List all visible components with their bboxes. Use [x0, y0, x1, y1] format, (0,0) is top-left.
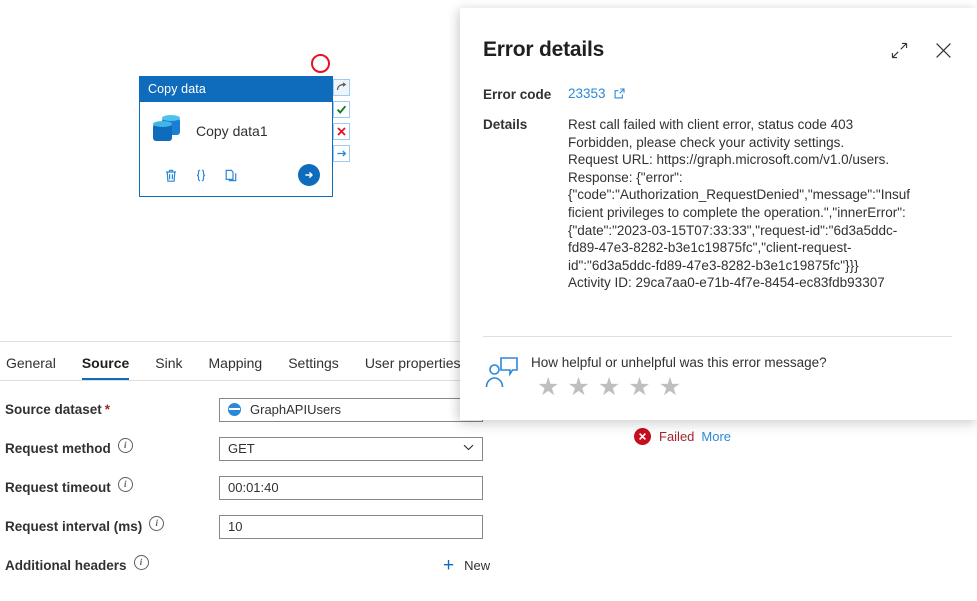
star-4-icon[interactable]: ★ [628, 375, 650, 400]
activity-run-status: Failed More [634, 428, 731, 445]
failure-dependency-handle[interactable] [333, 123, 350, 140]
error-code-key: Error code [483, 87, 552, 102]
completion-dependency-handle[interactable] [333, 145, 350, 162]
request-interval-input[interactable]: 10 [219, 514, 483, 539]
source-dataset-label-text: Source dataset [5, 402, 102, 417]
activity-card-header: Copy data [140, 77, 332, 102]
error-details-row: Details Rest call failed with client err… [483, 116, 977, 292]
request-interval-label-text: Request interval (ms) [5, 519, 143, 534]
form-row-request-method: Request method i GET [0, 429, 977, 468]
request-interval-label: Request interval (ms) i [0, 516, 219, 534]
tab-user-properties[interactable]: User properties [365, 355, 461, 380]
info-icon[interactable]: i [117, 438, 133, 453]
error-code-row: Error code 23353 [483, 86, 977, 102]
error-details-panel: Error details Error code 23353 Details R… [460, 8, 977, 420]
success-dependency-handle[interactable] [333, 101, 350, 118]
chevron-down-icon [463, 444, 474, 454]
skip-dependency-handle[interactable] [333, 79, 350, 96]
required-asterisk: * [104, 402, 111, 417]
debug-run-button[interactable] [298, 164, 320, 186]
error-panel-header: Error details [460, 8, 977, 64]
error-details-value: Rest call failed with client error, stat… [568, 117, 910, 291]
activity-error-marker-icon [311, 54, 330, 73]
error-panel-header-actions [885, 36, 977, 64]
star-5-icon[interactable]: ★ [659, 375, 681, 400]
expand-diagonal-icon[interactable] [885, 36, 913, 64]
add-new-header-label: New [464, 558, 491, 573]
request-interval-value: 10 [228, 519, 243, 534]
activity-card-actions [140, 160, 332, 196]
source-dataset-select[interactable]: GraphAPIUsers [219, 397, 483, 422]
error-details-key: Details [483, 117, 528, 132]
feedback-person-icon [483, 354, 521, 392]
form-row-request-interval: Request interval (ms) i 10 [0, 507, 977, 546]
copy-data-cylinders-icon [152, 115, 182, 145]
request-method-label: Request method i [0, 438, 219, 456]
tab-settings[interactable]: Settings [288, 355, 339, 380]
form-row-request-timeout: Request timeout i 00:01:40 [0, 468, 977, 507]
feedback-question: How helpful or unhelpful was this error … [531, 355, 827, 370]
request-timeout-label: Request timeout i [0, 477, 219, 495]
request-method-select[interactable]: GET [219, 436, 483, 461]
delete-activity-button[interactable] [156, 163, 186, 187]
activity-name-label: Copy data1 [196, 123, 268, 139]
open-in-new-window-icon[interactable] [614, 87, 625, 102]
request-timeout-label-text: Request timeout [5, 480, 111, 495]
error-feedback-section: How helpful or unhelpful was this error … [483, 352, 827, 400]
additional-headers-label-text: Additional headers [5, 558, 127, 573]
feedback-right: How helpful or unhelpful was this error … [531, 352, 827, 400]
error-panel-title: Error details [483, 38, 605, 61]
tab-mapping[interactable]: Mapping [209, 355, 263, 380]
info-icon[interactable]: i [117, 477, 133, 492]
code-view-button[interactable] [186, 163, 216, 187]
request-timeout-input[interactable]: 00:01:40 [219, 475, 483, 500]
feedback-star-rating[interactable]: ★ ★ ★ ★ ★ [537, 375, 827, 400]
error-circle-x-icon [634, 428, 651, 445]
star-2-icon[interactable]: ★ [567, 375, 589, 400]
status-more-link[interactable]: More [701, 429, 731, 444]
tab-general[interactable]: General [6, 355, 56, 380]
activity-card-body: Copy data1 [140, 102, 332, 160]
star-3-icon[interactable]: ★ [598, 375, 620, 400]
source-dataset-value: GraphAPIUsers [250, 402, 342, 417]
form-row-additional-headers: Additional headers i + New [0, 546, 977, 585]
error-panel-body: Error code 23353 Details Rest call faile… [460, 64, 977, 292]
tab-sink[interactable]: Sink [155, 355, 182, 380]
error-code-value-wrap: 23353 [568, 86, 625, 102]
star-1-icon[interactable]: ★ [537, 375, 559, 400]
error-code-link[interactable]: 23353 [568, 86, 606, 101]
request-method-label-text: Request method [5, 441, 111, 456]
request-method-value: GET [228, 441, 255, 456]
activity-card-copy-data[interactable]: Copy data Copy data1 [139, 76, 333, 197]
plus-icon: + [443, 555, 455, 576]
error-panel-divider [483, 336, 952, 337]
status-text: Failed [659, 429, 695, 444]
request-timeout-value: 00:01:40 [228, 480, 279, 495]
info-icon[interactable]: i [133, 555, 149, 570]
close-icon[interactable] [929, 36, 957, 64]
add-new-header-button[interactable]: + New [443, 556, 490, 575]
dataset-icon [228, 403, 241, 416]
tab-source[interactable]: Source [81, 355, 130, 380]
info-icon[interactable]: i [149, 516, 165, 531]
activity-dependency-handles [333, 79, 350, 167]
source-dataset-label: Source dataset * [0, 402, 219, 417]
additional-headers-label: Additional headers i [0, 555, 219, 573]
clone-activity-button[interactable] [216, 163, 246, 187]
